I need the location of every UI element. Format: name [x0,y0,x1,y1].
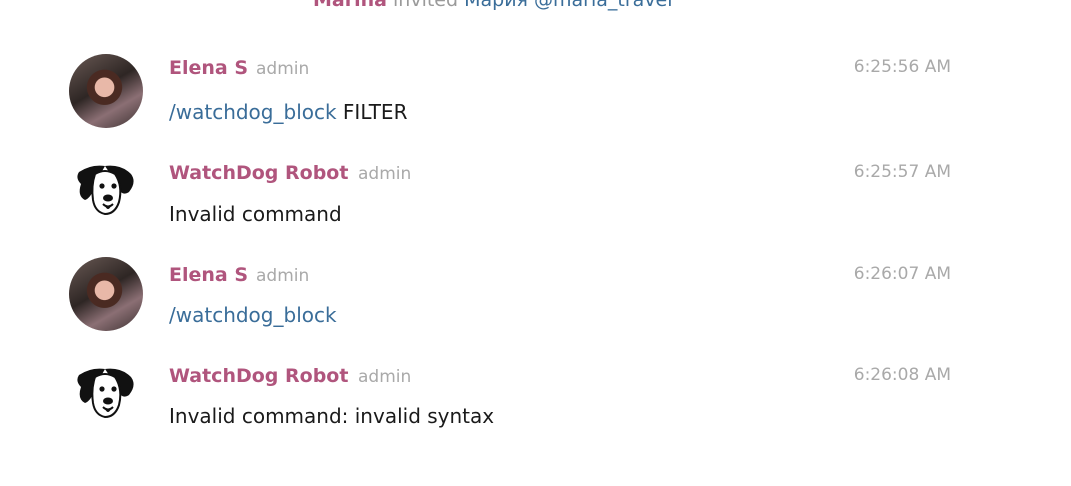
message-text: /watchdog_block FILTER [169,99,407,125]
bot-command-link[interactable]: /watchdog_block [169,100,337,124]
author-role: admin [358,164,412,184]
message-item[interactable]: WatchDog Robot admin 6:26:08 AM Invalid … [0,359,1071,459]
message-time: 6:26:07 AM [853,264,951,284]
avatar[interactable] [69,257,143,331]
author-role: admin [256,59,310,79]
author-role: admin [358,367,412,387]
service-actor[interactable]: Marina [313,0,387,11]
message-body: Invalid command: invalid syntax [169,404,495,428]
avatar[interactable] [69,54,143,128]
service-message: Marina invited Мария @maria_travel [313,0,673,12]
author-name[interactable]: WatchDog Robot [169,364,348,388]
bot-command-link[interactable]: /watchdog_block [169,303,337,327]
dog-icon[interactable] [69,359,143,433]
message-time: 6:26:08 AM [853,365,951,385]
message-time: 6:25:57 AM [853,162,951,182]
message-item[interactable]: Elena S admin 6:25:56 AM /watchdog_block… [0,54,1071,154]
service-action: invited [393,0,459,11]
message-time: 6:25:56 AM [853,57,951,77]
message-text: Invalid command [169,201,342,227]
author-name[interactable]: WatchDog Robot [169,161,348,185]
message-text: Invalid command: invalid syntax [169,403,494,429]
message-body: FILTER [336,100,408,124]
message-body: Invalid command [169,202,342,226]
dog-icon[interactable] [69,156,143,230]
author-role: admin [256,266,310,286]
author-name[interactable]: Elena S [169,263,248,287]
service-target[interactable]: Мария @maria_travel [464,0,672,11]
message-item[interactable]: Elena S admin 6:26:07 AM /watchdog_block [0,257,1071,357]
author-name[interactable]: Elena S [169,56,248,80]
message-text: /watchdog_block [169,302,337,328]
message-item[interactable]: WatchDog Robot admin 6:25:57 AM Invalid … [0,156,1071,256]
